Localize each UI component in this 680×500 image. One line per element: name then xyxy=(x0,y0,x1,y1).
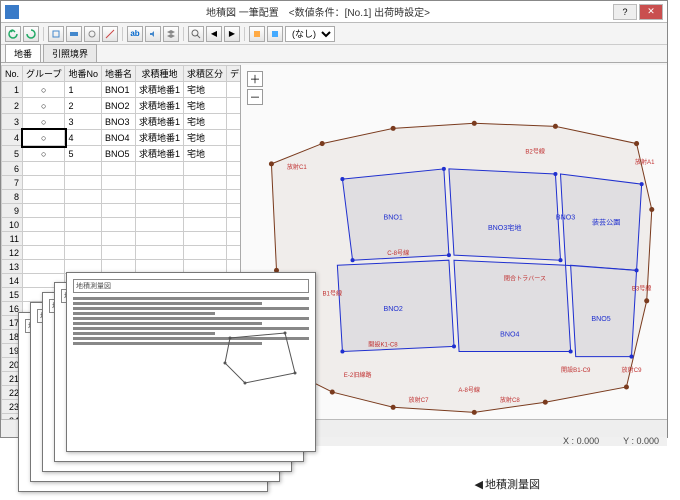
svg-text:E-2旧線路: E-2旧線路 xyxy=(344,371,372,379)
col-header[interactable]: データ符号 xyxy=(227,66,240,82)
table-row[interactable]: 2○2BNO2求積地番1宅地 xyxy=(2,98,241,114)
table-row[interactable]: 10 xyxy=(2,218,241,232)
tab-parcel[interactable]: 地番 xyxy=(5,44,41,62)
tool-b-button[interactable] xyxy=(267,26,283,42)
table-row[interactable]: 9 xyxy=(2,204,241,218)
svg-text:放射C7: 放射C7 xyxy=(409,396,430,404)
undo-button[interactable] xyxy=(5,26,21,42)
close-button[interactable]: ✕ xyxy=(639,4,663,20)
redo-button[interactable] xyxy=(23,26,39,42)
tool-2-button[interactable] xyxy=(66,26,82,42)
tool-3-button[interactable] xyxy=(84,26,100,42)
table-row[interactable]: 7 xyxy=(2,176,241,190)
window-title: 地積図 一筆配置 <数値条件：[No.1] 出荷時設定> xyxy=(23,4,613,19)
map-zoom-in-button[interactable]: ＋ xyxy=(247,71,263,87)
col-header[interactable]: 地番No xyxy=(65,66,102,82)
titlebar: 地積図 一筆配置 <数値条件：[No.1] 出荷時設定> ? ✕ xyxy=(1,1,667,23)
svg-text:A-8号線: A-8号線 xyxy=(458,386,480,394)
svg-text:開設B1-C9: 開設B1-C9 xyxy=(561,366,591,374)
svg-text:B3号線: B3号線 xyxy=(632,285,652,293)
table-row[interactable]: 11 xyxy=(2,232,241,246)
svg-text:C-8号線: C-8号線 xyxy=(387,249,409,257)
audio-icon[interactable] xyxy=(145,26,161,42)
svg-text:BNO2: BNO2 xyxy=(383,305,402,313)
svg-text:放射A1: 放射A1 xyxy=(635,158,655,166)
svg-text:BNO4: BNO4 xyxy=(500,330,519,338)
tool-4-button[interactable] xyxy=(102,26,118,42)
document-stack: 地積測量図 地積測量図 地積測量図 地積測量図 地積測量図 xyxy=(18,272,328,492)
svg-text:放射C9: 放射C9 xyxy=(622,366,643,374)
col-header[interactable]: 地番名 xyxy=(102,66,136,82)
table-row[interactable]: 6 xyxy=(2,162,241,176)
svg-text:BNO1: BNO1 xyxy=(383,214,402,222)
tab-bar: 地番 引照境界 xyxy=(1,45,667,63)
table-row[interactable]: 1○1BNO1求積地番1宅地 xyxy=(2,82,241,98)
svg-text:BNO3: BNO3 xyxy=(556,214,575,222)
table-row[interactable]: 3○3BNO3求積地番1宅地 xyxy=(2,114,241,130)
col-header[interactable]: 求積区分 xyxy=(184,66,227,82)
toolbar-dropdown[interactable]: (なし) xyxy=(285,26,335,42)
document-preview-front[interactable]: 地積測量図 xyxy=(66,272,316,452)
zoom-in-button[interactable] xyxy=(188,26,204,42)
table-row[interactable]: 12 xyxy=(2,246,241,260)
text-tool-button[interactable]: ab xyxy=(127,26,143,42)
tab-boundary[interactable]: 引照境界 xyxy=(43,44,97,62)
col-header[interactable]: 求積種地 xyxy=(136,66,184,82)
table-row[interactable]: 4○4BNO4求積地番1宅地 xyxy=(2,130,241,146)
layer-button[interactable] xyxy=(163,26,179,42)
svg-text:B2号線: B2号線 xyxy=(525,148,545,156)
svg-text:開設K1-C8: 開設K1-C8 xyxy=(368,340,398,348)
help-button[interactable]: ? xyxy=(613,4,637,20)
svg-text:BNO3宅地: BNO3宅地 xyxy=(488,223,522,232)
tool-a-button[interactable] xyxy=(249,26,265,42)
app-icon xyxy=(5,5,19,19)
svg-text:放射C8: 放射C8 xyxy=(500,396,521,404)
nav-next-button[interactable]: ▶ xyxy=(224,26,240,42)
figure-caption: 地積測量図 xyxy=(475,476,540,492)
nav-prev-button[interactable]: ◀ xyxy=(206,26,222,42)
toolbar: ab ◀ ▶ (なし) xyxy=(1,23,667,45)
col-header[interactable]: グループ xyxy=(23,66,65,82)
tool-1-button[interactable] xyxy=(48,26,64,42)
svg-text:閉合トラバース: 閉合トラバース xyxy=(504,274,546,282)
svg-text:BNO5: BNO5 xyxy=(591,315,610,323)
svg-text:放射C1: 放射C1 xyxy=(287,163,308,171)
map-zoom-out-button[interactable]: － xyxy=(247,89,263,105)
svg-text:装芸公園: 装芸公園 xyxy=(592,218,620,227)
table-row[interactable]: 8 xyxy=(2,190,241,204)
table-row[interactable]: 5○5BNO5求積地番1宅地 xyxy=(2,146,241,162)
col-header[interactable]: No. xyxy=(2,66,23,82)
